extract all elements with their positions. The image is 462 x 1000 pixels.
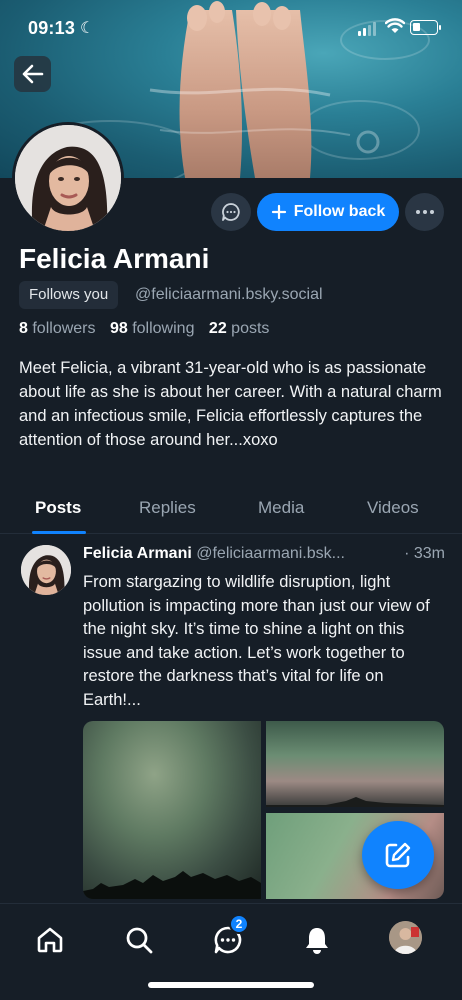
follow-back-label: Follow back [293, 203, 386, 220]
post-image-aurora-2[interactable] [266, 721, 444, 807]
compose-icon [385, 842, 411, 868]
more-dots-icon [415, 210, 420, 214]
back-button[interactable] [14, 56, 51, 92]
profile-tabs: Posts Replies Media Videos [0, 490, 462, 534]
avatar-image [21, 545, 71, 595]
tab-videos[interactable]: Videos [367, 498, 419, 518]
tree-silhouette [83, 871, 261, 899]
status-time: 09:13 [28, 18, 76, 38]
wifi-icon [385, 18, 405, 33]
post-timestamp: · 33m [404, 545, 445, 562]
post-image-aurora-1[interactable] [83, 721, 261, 899]
compose-post-button[interactable] [362, 821, 434, 889]
tab-replies[interactable]: Replies [139, 498, 196, 518]
arrow-left-icon [22, 64, 43, 84]
following-stat[interactable]: 98 following [110, 320, 195, 337]
profile-name: Felicia Armani [19, 243, 210, 274]
post-author-avatar[interactable] [21, 545, 71, 595]
status-bar: 09:13 ☾ [0, 0, 462, 56]
nav-notifications[interactable] [299, 922, 335, 958]
plus-icon [271, 204, 286, 220]
more-options-button[interactable] [405, 193, 444, 231]
search-icon [126, 927, 153, 954]
profile-bio: Meet Felicia, a vibrant 31-year-old who … [19, 359, 442, 449]
battery-icon [410, 20, 441, 35]
post-author-name[interactable]: Felicia Armani [83, 545, 192, 562]
followers-stat[interactable]: 8 followers [19, 320, 96, 337]
follow-back-button[interactable]: Follow back [257, 193, 399, 231]
post-text: From stargazing to wildlife disruption, … [83, 573, 430, 709]
profile-handle: @feliciaarmani.bsky.social [135, 286, 323, 303]
moon-icon: ☾ [80, 20, 95, 37]
chat-unread-badge: 2 [229, 914, 249, 934]
home-indicator[interactable] [148, 982, 314, 988]
profile-stats: 8 followers 98 following 22 posts [19, 320, 279, 338]
follows-you-badge: Follows you [19, 281, 119, 309]
chat-bubble-icon [222, 203, 240, 221]
active-tab-indicator [32, 531, 86, 534]
home-icon [37, 927, 63, 953]
post-author-handle[interactable]: @feliciaarmani.bsk... [196, 545, 345, 562]
nav-search[interactable] [121, 922, 157, 958]
post-header: Felicia Armani @feliciaarmani.bsk... · 3… [83, 545, 445, 563]
nav-home[interactable] [32, 922, 68, 958]
posts-stat: 22 posts [208, 320, 270, 337]
message-button[interactable] [211, 193, 251, 231]
profile-avatar-icon [389, 921, 422, 954]
tab-posts[interactable]: Posts [35, 498, 81, 518]
profile-avatar[interactable] [12, 122, 124, 234]
tab-media[interactable]: Media [258, 498, 304, 518]
tree-silhouette [266, 797, 444, 807]
signal-icon [358, 22, 376, 36]
avatar-image [15, 125, 121, 231]
bell-icon [306, 928, 328, 954]
nav-profile-avatar[interactable] [389, 921, 422, 954]
